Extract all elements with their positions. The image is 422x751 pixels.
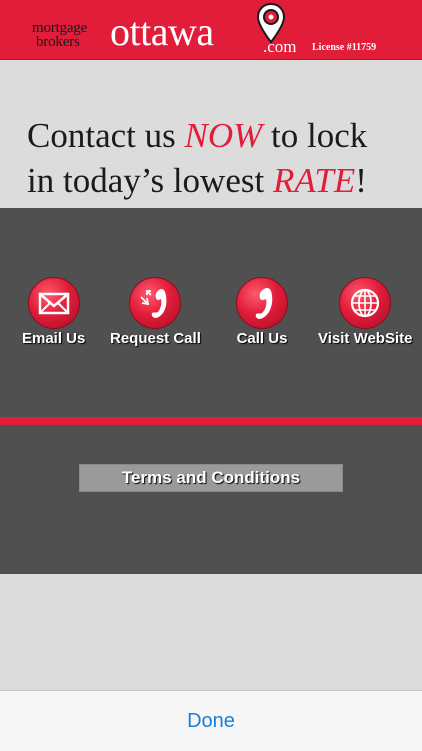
phone-callback-icon: [129, 277, 182, 329]
terms-and-conditions-button[interactable]: Terms and Conditions: [79, 464, 343, 492]
promo-line-2-end: !: [355, 161, 367, 200]
call-us-button[interactable]: Call Us: [236, 277, 288, 347]
request-call-label: Request Call: [110, 330, 201, 347]
promo-highlight-now: NOW: [184, 116, 263, 155]
promo-highlight-rate: RATE: [272, 161, 356, 200]
logo-ottawa-text: ottawa: [110, 9, 214, 54]
call-us-label: Call Us: [236, 330, 288, 347]
license-number: License #11759: [312, 42, 377, 53]
visit-website-button[interactable]: Visit WebSite: [318, 277, 412, 347]
app-header: mortgage brokers ottawa .com License #11…: [0, 0, 422, 60]
envelope-icon: [27, 277, 80, 329]
visit-website-label: Visit WebSite: [318, 330, 413, 347]
phone-icon: [236, 277, 288, 329]
promo-line-1-start: Contact us: [27, 116, 185, 155]
logo-brokers-text: brokers: [36, 34, 80, 50]
red-divider: [0, 417, 422, 425]
globe-icon: [339, 277, 392, 329]
promo-line-2: in today’s lowest RATE!: [27, 161, 367, 201]
email-us-button[interactable]: Email Us: [22, 277, 85, 347]
email-us-label: Email Us: [22, 330, 86, 347]
promo-line-2-start: in today’s lowest: [27, 161, 273, 200]
promo-line-1: Contact us NOW to lock: [27, 116, 367, 156]
request-call-button[interactable]: Request Call: [110, 277, 201, 347]
logo-com-text: .com: [263, 37, 297, 56]
done-button[interactable]: Done: [161, 707, 261, 735]
bottom-toolbar: Done: [0, 690, 422, 751]
actions-panel: [0, 208, 422, 574]
promo-banner: Contact us NOW to lock in today’s lowest…: [0, 60, 422, 208]
promo-line-1-end: to lock: [262, 116, 368, 155]
